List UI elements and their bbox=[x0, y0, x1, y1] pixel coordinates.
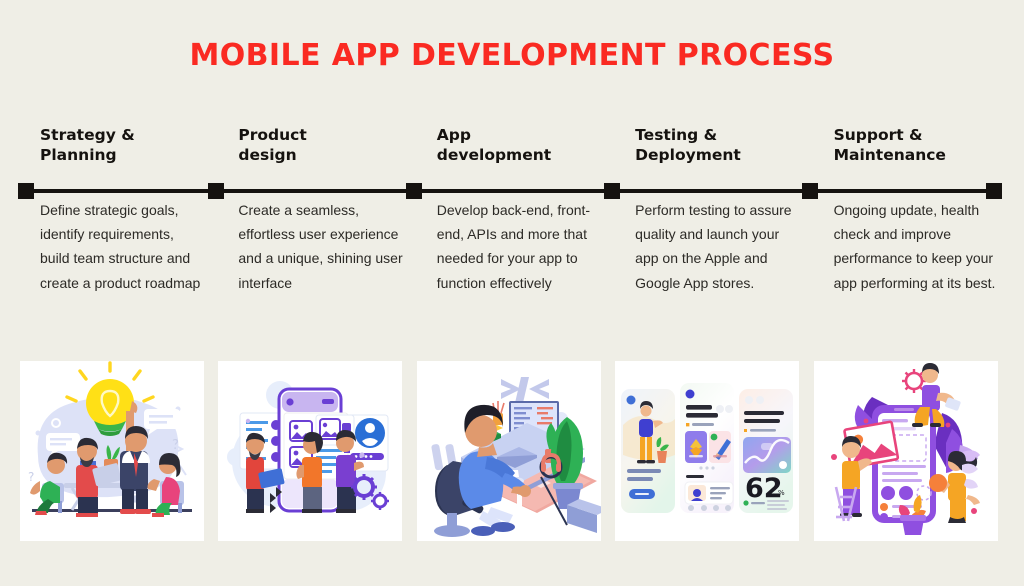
step-column-3: App development Develop back-end, front-… bbox=[417, 125, 615, 348]
app-maintenance-phone-illustration bbox=[813, 361, 998, 541]
timeline-node-1 bbox=[18, 183, 34, 199]
illustration-card-wrap-5 bbox=[813, 361, 1012, 541]
step-heading-5: Support & Maintenance bbox=[814, 125, 998, 171]
step-column-4: Testing & Deployment Perform testing to … bbox=[615, 125, 813, 348]
timeline-node-6 bbox=[986, 183, 1002, 199]
step-column-5: Support & Maintenance Ongoing update, he… bbox=[814, 125, 1012, 348]
step-heading-5-line2: Maintenance bbox=[833, 146, 946, 165]
step-heading-2: Product design bbox=[218, 125, 402, 171]
step-heading-3: App development bbox=[417, 125, 601, 171]
infographic-page: MOBILE APP DEVELOPMENT PROCESS Strategy … bbox=[0, 0, 1024, 586]
step-heading-4-line2: Deployment bbox=[635, 146, 741, 165]
page-title: MOBILE APP DEVELOPMENT PROCESS bbox=[189, 38, 835, 73]
step-body-4: Perform testing to assure quality and la… bbox=[635, 202, 792, 291]
steps-columns: Strategy & Planning Define strategic goa… bbox=[20, 125, 1012, 348]
step-body-3: Develop back-end, front-end, APIs and mo… bbox=[436, 202, 591, 291]
ui-design-phone-mockup-illustration bbox=[218, 361, 403, 541]
step-heading-3-line2: development bbox=[436, 146, 552, 165]
svg-text:?: ? bbox=[28, 470, 34, 484]
step-heading-2-line1: Product bbox=[238, 126, 307, 144]
illustration-card-wrap-4: 62 % bbox=[615, 361, 813, 541]
step-heading-1-line2: Planning bbox=[40, 146, 117, 165]
step-body-5: Ongoing update, health check and improve… bbox=[833, 202, 996, 291]
step-column-1: Strategy & Planning Define strategic goa… bbox=[20, 125, 218, 348]
illustration-card-wrap-3 bbox=[416, 361, 615, 541]
step-heading-2-line2: design bbox=[238, 146, 297, 165]
step-heading-1: Strategy & Planning bbox=[20, 125, 204, 171]
step-body-1: Define strategic goals, identify require… bbox=[40, 202, 201, 291]
team-brainstorm-lightbulb-illustration: ? ? bbox=[20, 361, 204, 541]
illustration-card-wrap-1: ? ? bbox=[20, 361, 218, 541]
timeline-line bbox=[22, 189, 998, 193]
step-heading-5-line1: Support & bbox=[833, 126, 923, 144]
timeline-node-5 bbox=[802, 183, 818, 199]
timeline-node-3 bbox=[406, 183, 422, 199]
app-screens-mockup-illustration: 62 % bbox=[615, 361, 800, 541]
timeline bbox=[18, 183, 1002, 199]
metric-value: 62 bbox=[745, 473, 783, 504]
timeline-node-2 bbox=[208, 183, 224, 199]
svg-text:%: % bbox=[778, 489, 785, 497]
illustration-cards: ? ? 62 % bbox=[20, 361, 1012, 541]
step-heading-4-line1: Testing & bbox=[635, 126, 718, 144]
developer-at-desk-illustration bbox=[416, 361, 601, 541]
illustration-card-wrap-2 bbox=[218, 361, 416, 541]
timeline-node-4 bbox=[604, 183, 620, 199]
step-body-2: Create a seamless, effortless user exper… bbox=[238, 202, 403, 291]
step-heading-1-line1: Strategy & bbox=[40, 126, 135, 144]
step-column-2: Product design Create a seamless, effort… bbox=[218, 125, 416, 348]
step-heading-3-line1: App bbox=[436, 126, 471, 144]
step-heading-4: Testing & Deployment bbox=[615, 125, 799, 171]
